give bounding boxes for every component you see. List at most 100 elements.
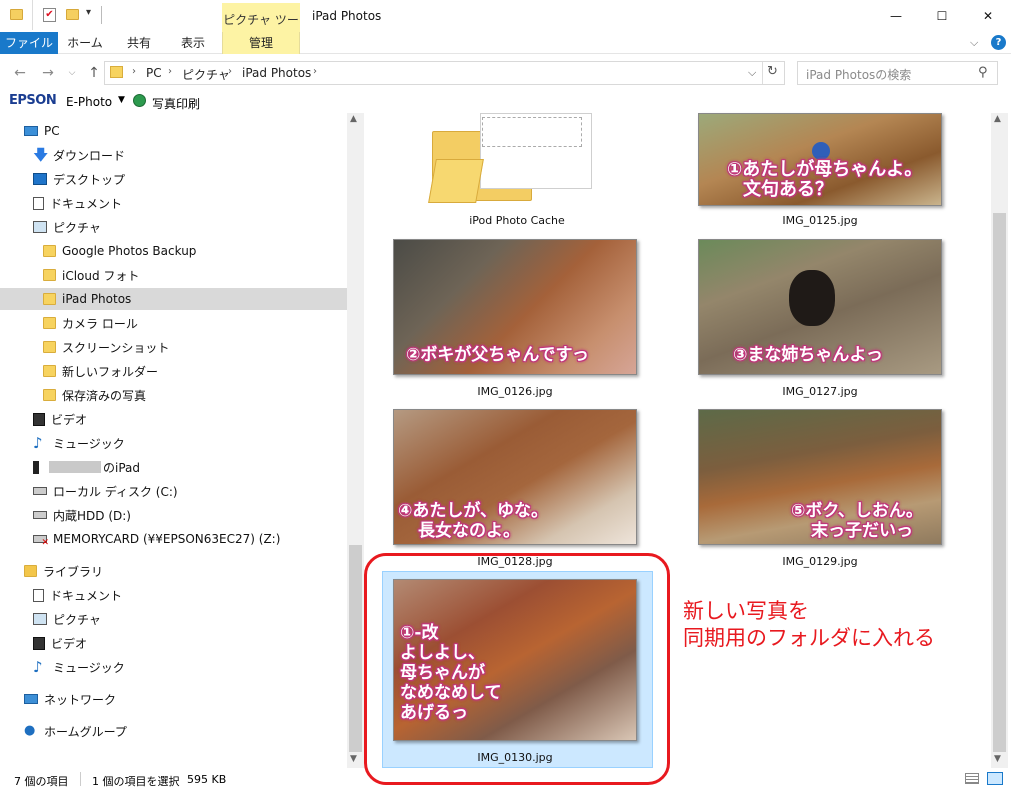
sidebar-item-music[interactable]: ♪ ミュージック xyxy=(33,432,125,454)
maximize-icon: ☐ xyxy=(936,9,948,23)
breadcrumb-pc[interactable]: PC xyxy=(146,66,162,80)
scroll-up-icon[interactable]: ▲ xyxy=(350,114,357,124)
photo-caption: 文句ある？ xyxy=(743,179,833,200)
pictures-icon xyxy=(33,221,47,233)
divider xyxy=(762,62,763,84)
help-icon[interactable]: ? xyxy=(991,35,1006,50)
item-count: 7 個の項目 xyxy=(14,775,69,788)
thumbnail-img-0128[interactable]: ④あたしが、ゆな。 長女なのよ。 xyxy=(393,409,637,545)
sidebar-item-label: ドキュメント xyxy=(50,196,123,211)
refresh-icon[interactable]: ↻ xyxy=(767,64,778,79)
up-arrow-icon[interactable]: ↑ xyxy=(84,64,104,82)
breadcrumb-pictures[interactable]: ピクチャ xyxy=(182,66,230,83)
tab-manage[interactable]: 管理 xyxy=(222,32,300,54)
thumbnail-img-0125[interactable]: ①あたしが母ちゃんよ。 文句ある？ xyxy=(698,113,942,206)
thumbnail-img-0126[interactable]: ②ボキが父ちゃんですっ xyxy=(393,239,637,375)
breadcrumb-ipad-photos[interactable]: iPad Photos xyxy=(242,66,311,80)
minimize-button[interactable]: — xyxy=(873,0,919,32)
maximize-button[interactable]: ☐ xyxy=(919,0,965,32)
sidebar-item-network[interactable]: ネットワーク xyxy=(24,688,116,710)
desktop-icon xyxy=(33,173,47,185)
sidebar-item-videos[interactable]: ビデオ xyxy=(33,408,87,430)
folder-icon xyxy=(110,66,123,78)
tab-home[interactable]: ホーム xyxy=(60,32,110,54)
drive-icon xyxy=(33,511,47,519)
sidebar-item-memorycard-z[interactable]: ✕ MEMORYCARD (¥¥EPSON63EC27) (Z:) xyxy=(33,528,280,550)
sidebar-item-lib-videos[interactable]: ビデオ xyxy=(33,632,87,654)
drive-icon xyxy=(33,487,47,495)
content-scroll-thumb[interactable] xyxy=(993,213,1006,752)
video-icon xyxy=(33,412,45,426)
tab-file[interactable]: ファイル xyxy=(0,32,58,54)
scroll-up-icon[interactable]: ▲ xyxy=(994,114,1001,124)
sidebar-item-local-disk-c[interactable]: ローカル ディスク (C:) xyxy=(33,480,178,502)
library-icon xyxy=(24,565,37,577)
divider xyxy=(80,772,81,786)
sidebar-item-label: ドキュメント xyxy=(50,588,123,603)
sidebar-item-lib-documents[interactable]: ドキュメント xyxy=(33,584,122,606)
folder-item-ipod-photo-cache[interactable] xyxy=(428,113,592,208)
thumbnail-img-0129[interactable]: ⑤ボク、しおん。 末っ子だいっ xyxy=(698,409,942,545)
sidebar-item-label: 新しいフォルダー xyxy=(62,364,159,379)
sidebar-item-new-folder[interactable]: 新しいフォルダー xyxy=(43,360,158,382)
scroll-down-icon[interactable]: ▼ xyxy=(350,754,357,764)
sidebar-item-saved-photos[interactable]: 保存済みの写真 xyxy=(43,384,146,406)
breadcrumb-separator: › xyxy=(228,66,232,77)
sidebar-item-internal-hdd-d[interactable]: 内蔵HDD (D:) xyxy=(33,504,131,526)
thumbnail-img-0127[interactable]: ③まな姉ちゃんよっ xyxy=(698,239,942,375)
download-icon: 🡇 xyxy=(33,146,49,164)
sidebar-item-label: ビデオ xyxy=(51,412,88,427)
details-view-icon[interactable] xyxy=(965,773,979,784)
large-icons-view-icon[interactable] xyxy=(987,772,1003,785)
address-dropdown-icon[interactable]: ⌵ xyxy=(748,66,756,80)
photo-caption: 長女なのよ。 xyxy=(418,521,520,541)
forward-arrow-icon[interactable]: → xyxy=(38,64,58,82)
sidebar-item-label: ビデオ xyxy=(51,636,88,651)
file-name: IMG_0126.jpg xyxy=(477,385,553,398)
ephoto-dropdown-icon[interactable]: ▼ xyxy=(118,95,125,105)
sidebar-item-documents[interactable]: ドキュメント xyxy=(33,192,122,214)
sidebar-item-camera-roll[interactable]: カメラ ロール xyxy=(43,312,138,334)
breadcrumb-separator: › xyxy=(132,66,136,77)
divider xyxy=(101,6,102,24)
folder-icon xyxy=(43,389,56,401)
photo-caption: 末っ子だいっ xyxy=(811,521,913,541)
sidebar-item-homegroup[interactable]: ● ホームグループ xyxy=(24,720,127,742)
sidebar-item-label: ピクチャ xyxy=(53,612,101,627)
ipad-icon xyxy=(33,460,39,474)
sidebar-item-pc[interactable]: PC xyxy=(24,120,347,142)
new-folder-icon[interactable] xyxy=(66,9,79,20)
ephoto-menu[interactable]: E-Photo xyxy=(66,95,112,109)
photo-caption: ⑤ボク、しおん。 xyxy=(791,501,923,521)
back-arrow-icon[interactable]: ← xyxy=(10,64,30,82)
recent-locations-icon[interactable]: ⌵ xyxy=(62,64,82,82)
sidebar-item-libraries[interactable]: ライブラリ xyxy=(24,560,103,582)
sidebar-item-label: iCloud フォト xyxy=(62,268,140,283)
properties-icon[interactable]: ✔ xyxy=(43,8,56,22)
sidebar-item-lib-music[interactable]: ♪ ミュージック xyxy=(33,656,125,678)
customize-qat-icon[interactable]: ▾ xyxy=(86,7,91,18)
divider xyxy=(32,0,33,30)
tab-view[interactable]: 表示 xyxy=(168,32,218,54)
ribbon-expand-icon[interactable]: ⌵ xyxy=(970,36,978,50)
sidebar-item-screenshots[interactable]: スクリーンショット xyxy=(43,336,169,358)
scroll-down-icon[interactable]: ▼ xyxy=(994,754,1001,764)
search-input[interactable]: iPad Photosの検索 ⚲ xyxy=(797,61,998,85)
sidebar-item-downloads[interactable]: 🡇 ダウンロード xyxy=(33,144,125,166)
sidebar-item-icloud-photos[interactable]: iCloud フォト xyxy=(43,264,139,286)
sidebar-item-label: ダウンロード xyxy=(53,148,126,163)
tab-share[interactable]: 共有 xyxy=(114,32,164,54)
sidebar-item-ipad-photos[interactable]: iPad Photos xyxy=(0,288,347,310)
sidebar-item-desktop[interactable]: デスクトップ xyxy=(33,168,125,190)
sidebar-item-label: ライブラリ xyxy=(43,564,104,579)
sidebar-scroll-thumb[interactable] xyxy=(349,545,362,752)
sidebar-item-ipad[interactable]: のiPad xyxy=(33,456,140,478)
sidebar-item-label: MEMORYCARD (¥¥EPSON63EC27) (Z:) xyxy=(53,532,281,546)
sidebar-item-google-photos-backup[interactable]: Google Photos Backup xyxy=(43,240,196,262)
photo-print-button[interactable]: 写真印刷 xyxy=(152,95,200,112)
search-icon[interactable]: ⚲ xyxy=(978,65,988,80)
sidebar-item-lib-pictures[interactable]: ピクチャ xyxy=(33,608,101,630)
close-button[interactable]: ✕ xyxy=(965,0,1011,32)
sidebar-item-pictures[interactable]: ピクチャ xyxy=(33,216,101,238)
sidebar-item-label: 保存済みの写真 xyxy=(62,388,147,403)
